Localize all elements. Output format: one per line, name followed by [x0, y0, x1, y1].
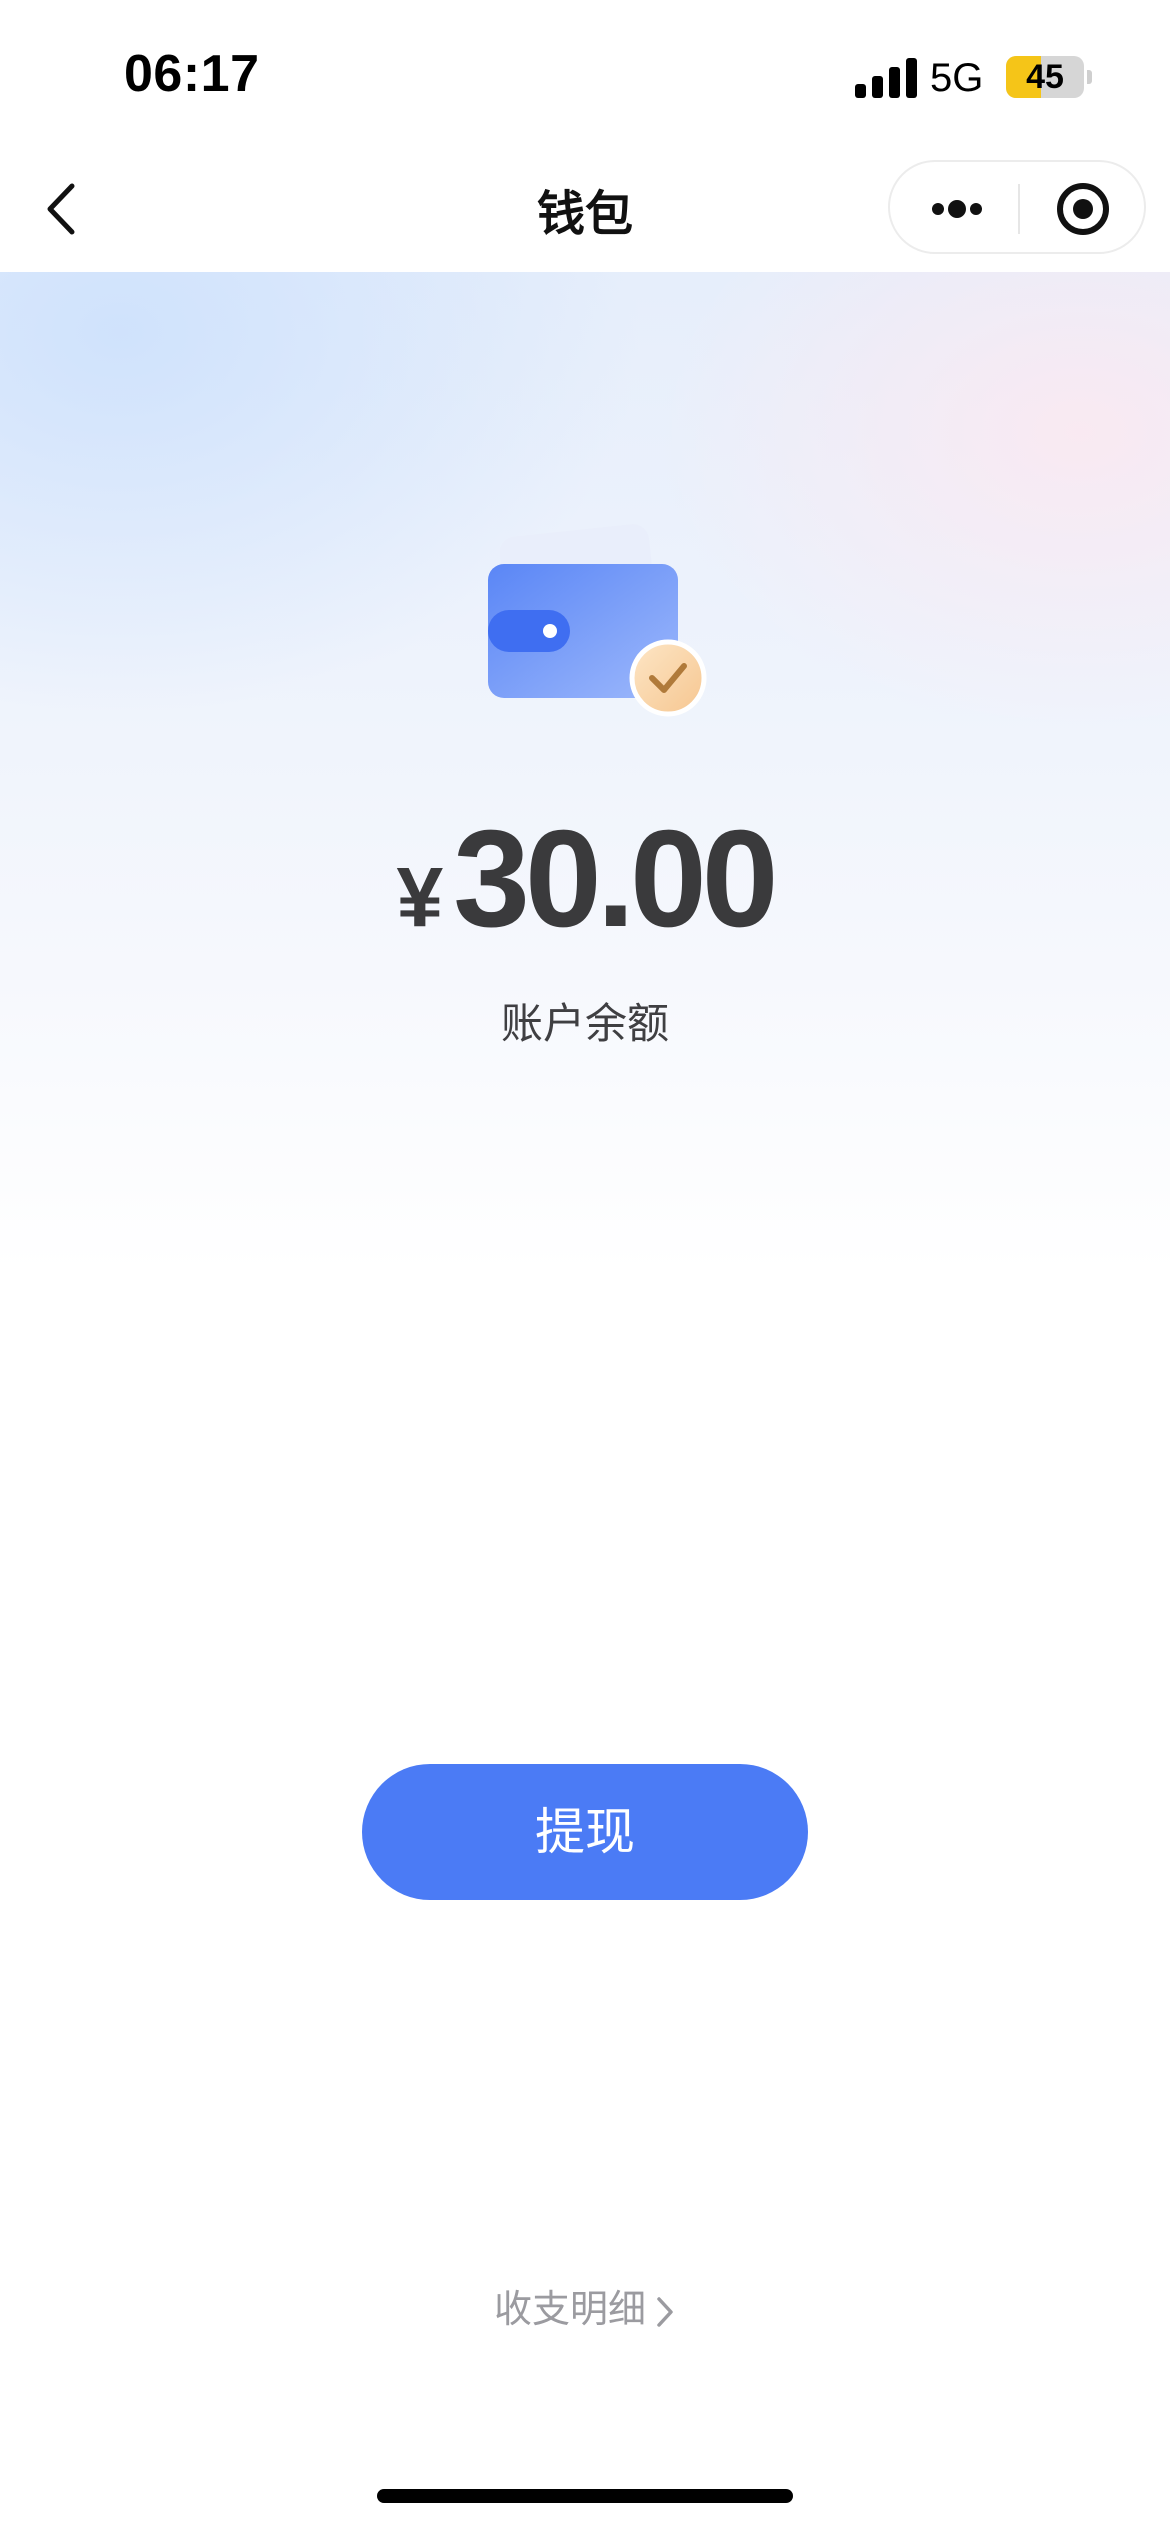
back-button[interactable]	[30, 174, 100, 244]
target-circle-icon	[1057, 183, 1109, 235]
balance-amount: ¥30.00	[0, 800, 1170, 959]
wallet-screen: 06:17 5G 45 钱包 ¥30.00 账户余额 提现 收支明细	[0, 0, 1170, 2532]
capsule-divider	[1018, 184, 1020, 234]
network-type: 5G	[930, 56, 984, 100]
more-dots-icon	[932, 200, 982, 218]
transaction-details-link[interactable]: 收支明细	[0, 2278, 1170, 2333]
signal-icon	[855, 58, 917, 98]
mini-program-capsule	[888, 160, 1146, 254]
chevron-left-icon	[47, 183, 75, 235]
details-label: 收支明细	[493, 2287, 646, 2331]
battery-tip	[1087, 70, 1092, 84]
battery-icon: 45	[1006, 56, 1084, 98]
close-button[interactable]	[1028, 170, 1138, 248]
more-button[interactable]	[900, 170, 1010, 248]
home-indicator[interactable]	[377, 2489, 793, 2503]
wallet-check-icon	[488, 524, 707, 717]
chevron-right-icon	[657, 2296, 673, 2327]
balance-value: 30.00	[453, 802, 778, 956]
status-bar: 06:17 5G 45	[0, 0, 1170, 150]
balance-label: 账户余额	[500, 999, 669, 1048]
nav-bar: 钱包	[0, 150, 1170, 272]
battery-level: 45	[1026, 58, 1064, 96]
status-time: 06:17	[124, 45, 260, 103]
withdraw-button[interactable]: 提现	[362, 1764, 808, 1900]
hero-background	[0, 272, 1170, 1272]
currency-symbol: ¥	[396, 850, 444, 944]
